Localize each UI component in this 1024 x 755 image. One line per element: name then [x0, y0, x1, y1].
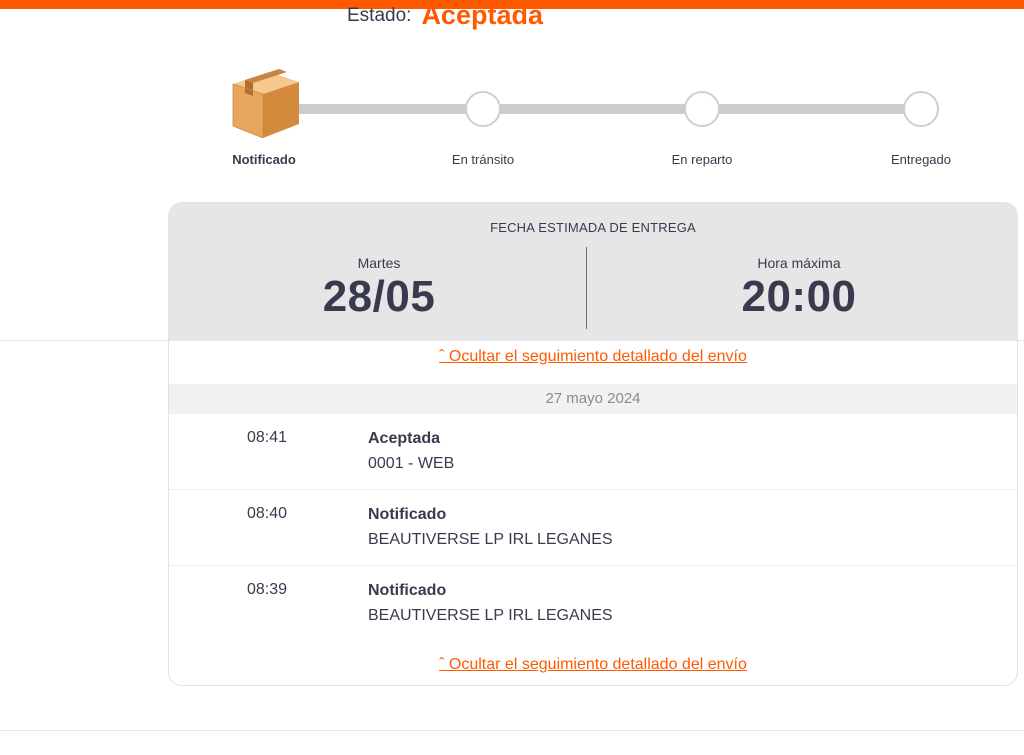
event-detail: BEAUTIVERSE LP IRL LEGANES	[368, 607, 613, 624]
status-value: Aceptada	[421, 0, 543, 30]
tracking-event: 08:41 Aceptada 0001 - WEB	[169, 414, 1017, 490]
status-label: Estado:	[347, 5, 412, 26]
hide-tracking-link-bottom[interactable]: ˆ Ocultar el seguimiento detallado del e…	[439, 656, 747, 673]
event-detail: BEAUTIVERSE LP IRL LEGANES	[368, 531, 613, 548]
delivery-time-column: Hora máxima 20:00	[589, 255, 1009, 322]
step-en-transito-label: En tránsito	[451, 152, 515, 167]
delivery-date-column: Martes 28/05	[169, 255, 589, 322]
tracking-card: FECHA ESTIMADA DE ENTREGA Martes 28/05 H…	[168, 202, 1018, 686]
hide-tracking-link-top[interactable]: ˆ Ocultar el seguimiento detallado del e…	[439, 348, 747, 365]
tracking-event: 08:39 Notificado BEAUTIVERSE LP IRL LEGA…	[169, 566, 1017, 642]
delivery-time: 20:00	[741, 272, 857, 321]
step-en-reparto-label: En reparto	[671, 152, 733, 167]
estimated-delivery-title: FECHA ESTIMADA DE ENTREGA	[490, 220, 696, 235]
delivery-day-label: Martes	[357, 255, 401, 271]
shipment-progress-stepper: Notificado En tránsito En reparto Entreg…	[0, 60, 1024, 180]
step-entregado-label: Entregado	[891, 152, 951, 167]
event-detail: 0001 - WEB	[368, 455, 455, 472]
step-entregado-circle	[903, 91, 939, 127]
progress-track	[270, 104, 920, 114]
delivery-date: 28/05	[322, 272, 436, 321]
toggle-tracking-row-top: ˆ Ocultar el seguimiento detallado del e…	[169, 348, 1017, 366]
event-time: 08:40	[247, 505, 288, 522]
footer-divider	[0, 730, 1024, 731]
step-en-reparto-circle	[684, 91, 720, 127]
package-box-icon	[229, 66, 299, 139]
toggle-tracking-row-bottom: ˆ Ocultar el seguimiento detallado del e…	[169, 656, 1017, 674]
step-en-transito-circle	[465, 91, 501, 127]
event-title: Notificado	[368, 506, 447, 523]
event-time: 08:39	[247, 581, 288, 598]
event-time: 08:41	[247, 429, 288, 446]
tracking-event: 08:40 Notificado BEAUTIVERSE LP IRL LEGA…	[169, 490, 1017, 566]
date-group-header: 27 mayo 2024	[169, 384, 1017, 414]
estimated-delivery-panel: FECHA ESTIMADA DE ENTREGA Martes 28/05 H…	[169, 203, 1017, 341]
shipment-status: Estado: Aceptada	[347, 0, 543, 34]
delivery-time-label: Hora máxima	[757, 255, 841, 271]
event-title: Aceptada	[368, 430, 441, 447]
step-notificado-label: Notificado	[232, 152, 296, 167]
event-title: Notificado	[368, 582, 447, 599]
column-separator	[586, 247, 587, 329]
